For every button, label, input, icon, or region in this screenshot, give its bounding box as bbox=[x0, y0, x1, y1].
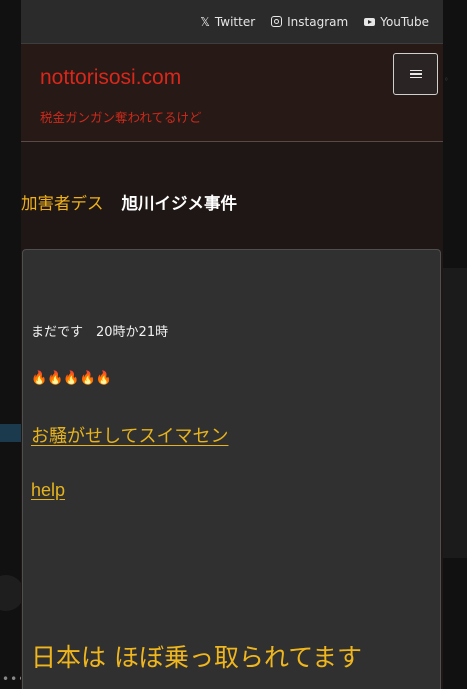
hamburger-icon bbox=[409, 69, 422, 79]
post-heading: 加害者デス 旭川イジメ事件 bbox=[21, 190, 237, 214]
site-tagline: 税金ガンガン奪われてるけど bbox=[40, 110, 202, 125]
post-card: まだです 20時か21時 🔥🔥🔥🔥🔥 お騒がせしてスイマセン help 日本は … bbox=[22, 249, 441, 689]
social-topbar: 𝕏 Twitter Instagram YouTube bbox=[21, 0, 443, 44]
instagram-link[interactable]: Instagram bbox=[271, 15, 348, 29]
youtube-label: YouTube bbox=[380, 14, 429, 29]
twitter-link[interactable]: 𝕏 Twitter bbox=[200, 15, 255, 29]
apology-link[interactable]: お騒がせしてスイマセン bbox=[31, 422, 228, 448]
youtube-icon bbox=[364, 17, 376, 26]
background-panel-right bbox=[443, 268, 467, 558]
background-edge-label bbox=[0, 424, 22, 442]
youtube-link[interactable]: YouTube bbox=[364, 15, 429, 29]
background-fragment: ﾟ bbox=[445, 77, 451, 90]
category-label[interactable]: 加害者デス bbox=[21, 190, 104, 214]
x-icon: 𝕏 bbox=[200, 14, 210, 29]
instagram-label: Instagram bbox=[287, 14, 349, 29]
site-header: nottorisosi.com 税金ガンガン奪われてるけど bbox=[21, 44, 443, 142]
fire-emoji-row: 🔥🔥🔥🔥🔥 bbox=[31, 371, 112, 386]
article-title: 旭川イジメ事件 bbox=[121, 194, 238, 213]
help-link[interactable]: help bbox=[31, 480, 65, 501]
site-title-link[interactable]: nottorisosi.com bbox=[40, 66, 181, 90]
card-status-text: まだです 20時か21時 bbox=[31, 325, 169, 340]
mobile-page: 𝕏 Twitter Instagram YouTube nottorisosi.… bbox=[21, 0, 443, 689]
twitter-label: Twitter bbox=[214, 14, 256, 29]
card-headline: 日本は ほぼ乗っ取られてます bbox=[31, 643, 362, 672]
menu-button[interactable] bbox=[393, 53, 438, 95]
instagram-icon bbox=[271, 16, 283, 27]
